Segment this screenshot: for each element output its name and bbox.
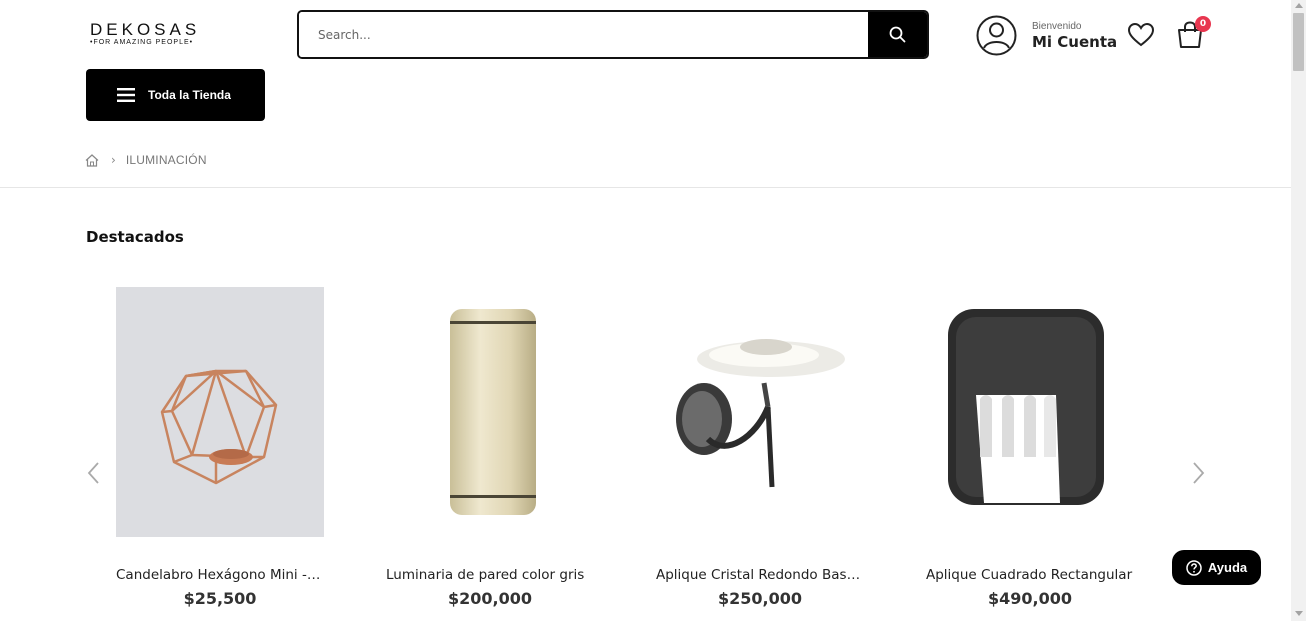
product-image[interactable] [656,287,864,537]
product-name[interactable]: Aplique Cristal Redondo Bastón [656,567,864,583]
product-name[interactable]: Aplique Cuadrado Rectangular [926,567,1134,583]
all-store-label: Toda la Tienda [148,88,231,102]
divider [0,187,1291,188]
chevron-right-icon[interactable] [1188,460,1208,486]
cart-count-badge: 0 [1195,16,1211,32]
search-input[interactable] [299,12,868,57]
account-text: Bienvenido Mi Cuenta [1032,21,1117,51]
user-icon [976,15,1017,56]
all-store-button[interactable]: Toda la Tienda [86,69,265,121]
menu-icon [117,88,135,102]
cylinder-wall-lamp [386,287,594,537]
product-name[interactable]: Luminaria de pared color gris [386,567,594,583]
breadcrumb: › ILUMINACIÓN [85,153,207,167]
logo[interactable]: DEKOSAS •FOR AMAZING PEOPLE• [90,20,210,50]
chevron-right-icon: › [111,153,116,167]
product-price: $490,000 [987,589,1072,608]
help-label: Ayuda [1207,560,1248,575]
search-button[interactable] [868,12,927,57]
square-wall-light [926,287,1134,537]
scroll-down-icon[interactable] [1295,611,1303,616]
product-price: $200,000 [447,589,532,608]
account-welcome: Bienvenido [1032,20,1082,32]
breadcrumb-current: ILUMINACIÓN [125,153,207,167]
round-glass-wall-sconce [656,287,864,537]
search-bar [297,10,929,59]
search-icon [889,26,906,43]
product-card[interactable]: Aplique Cristal Redondo Bastón $250,000 [656,287,864,608]
section-title: Destacados [86,228,184,246]
logo-text: DEKOSAS [90,20,201,39]
scroll-thumb[interactable] [1293,13,1304,71]
product-image[interactable] [116,287,324,537]
product-card[interactable]: Candelabro Hexágono Mini - Cobre $25,500 [116,287,324,608]
chevron-left-icon[interactable] [84,460,104,486]
question-icon [1186,559,1202,576]
account-link[interactable]: Bienvenido Mi Cuenta [976,15,1117,56]
home-icon[interactable] [85,153,99,167]
product-price: $25,500 [183,589,257,608]
product-image[interactable] [926,287,1134,537]
scrollbar[interactable] [1291,0,1306,621]
help-button[interactable]: Ayuda [1172,550,1261,585]
product-price: $250,000 [717,589,802,608]
product-card[interactable]: Luminaria de pared color gris $200,000 [386,287,594,608]
logo-tagline: •FOR AMAZING PEOPLE• [90,39,194,46]
product-name[interactable]: Candelabro Hexágono Mini - Cobre [116,567,324,583]
product-image[interactable] [386,287,594,537]
heart-icon[interactable] [1127,22,1155,48]
product-card[interactable]: Aplique Cuadrado Rectangular $490,000 [926,287,1134,608]
copper-hexagon-candle-holder [116,287,324,537]
account-name: Mi Cuenta [1032,32,1118,51]
scroll-up-icon[interactable] [1295,3,1303,8]
